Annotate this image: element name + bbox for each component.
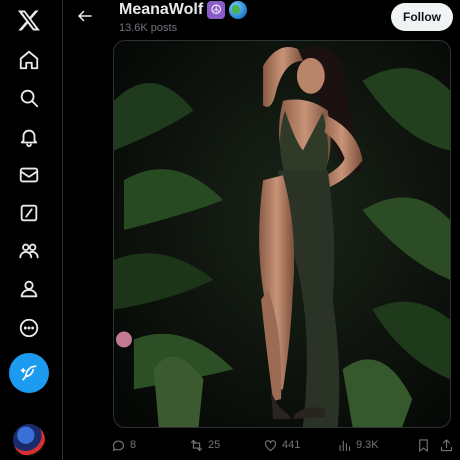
bookmark-icon xyxy=(419,438,428,452)
feather-icon xyxy=(20,365,37,381)
search-icon[interactable] xyxy=(9,78,49,118)
profile-header: MeanaWolf ☮ 13.6K posts Follow xyxy=(63,0,460,40)
more-icon[interactable] xyxy=(9,308,49,348)
profile-icon[interactable] xyxy=(9,269,49,309)
share-icon xyxy=(440,438,453,451)
reply-icon xyxy=(112,440,125,451)
display-name: MeanaWolf xyxy=(119,1,204,18)
communities-icon[interactable] xyxy=(9,231,49,271)
main-column: MeanaWolf ☮ 13.6K posts Follow 8 25 441 … xyxy=(62,0,460,460)
photo xyxy=(114,41,450,427)
notifications-icon[interactable] xyxy=(9,117,49,157)
home-icon[interactable] xyxy=(9,40,49,80)
account-avatar[interactable] xyxy=(13,424,45,456)
compose-post-button[interactable] xyxy=(9,353,49,393)
like-count: 441 xyxy=(282,439,301,451)
post-count: 13.6K posts xyxy=(119,22,178,34)
nav-rail xyxy=(0,0,58,460)
repost-count: 25 xyxy=(208,439,221,451)
views-button[interactable]: 9.3K xyxy=(337,433,379,457)
share-button[interactable] xyxy=(439,433,454,457)
heart-icon xyxy=(264,439,277,451)
grok-icon[interactable] xyxy=(9,193,49,233)
views-icon xyxy=(339,440,351,451)
follow-button[interactable]: Follow xyxy=(391,3,453,31)
repost-button[interactable]: 25 xyxy=(189,433,220,457)
bookmark-button[interactable] xyxy=(416,433,431,457)
like-button[interactable]: 441 xyxy=(263,433,300,457)
back-button[interactable] xyxy=(73,4,97,28)
x-logo-icon[interactable] xyxy=(9,0,49,40)
peace-emoji: ☮ xyxy=(207,1,226,19)
arrow-left-icon xyxy=(78,10,92,22)
messages-icon[interactable] xyxy=(9,155,49,195)
view-count: 9.3K xyxy=(356,439,379,451)
repost-icon xyxy=(190,439,203,451)
reply-button[interactable]: 8 xyxy=(111,433,136,457)
globe-emoji xyxy=(229,1,248,19)
post-media-image[interactable] xyxy=(113,40,451,428)
post-action-bar: 8 25 441 9.3K xyxy=(111,433,460,457)
reply-count: 8 xyxy=(130,439,137,451)
display-name-row: MeanaWolf ☮ xyxy=(119,1,248,19)
